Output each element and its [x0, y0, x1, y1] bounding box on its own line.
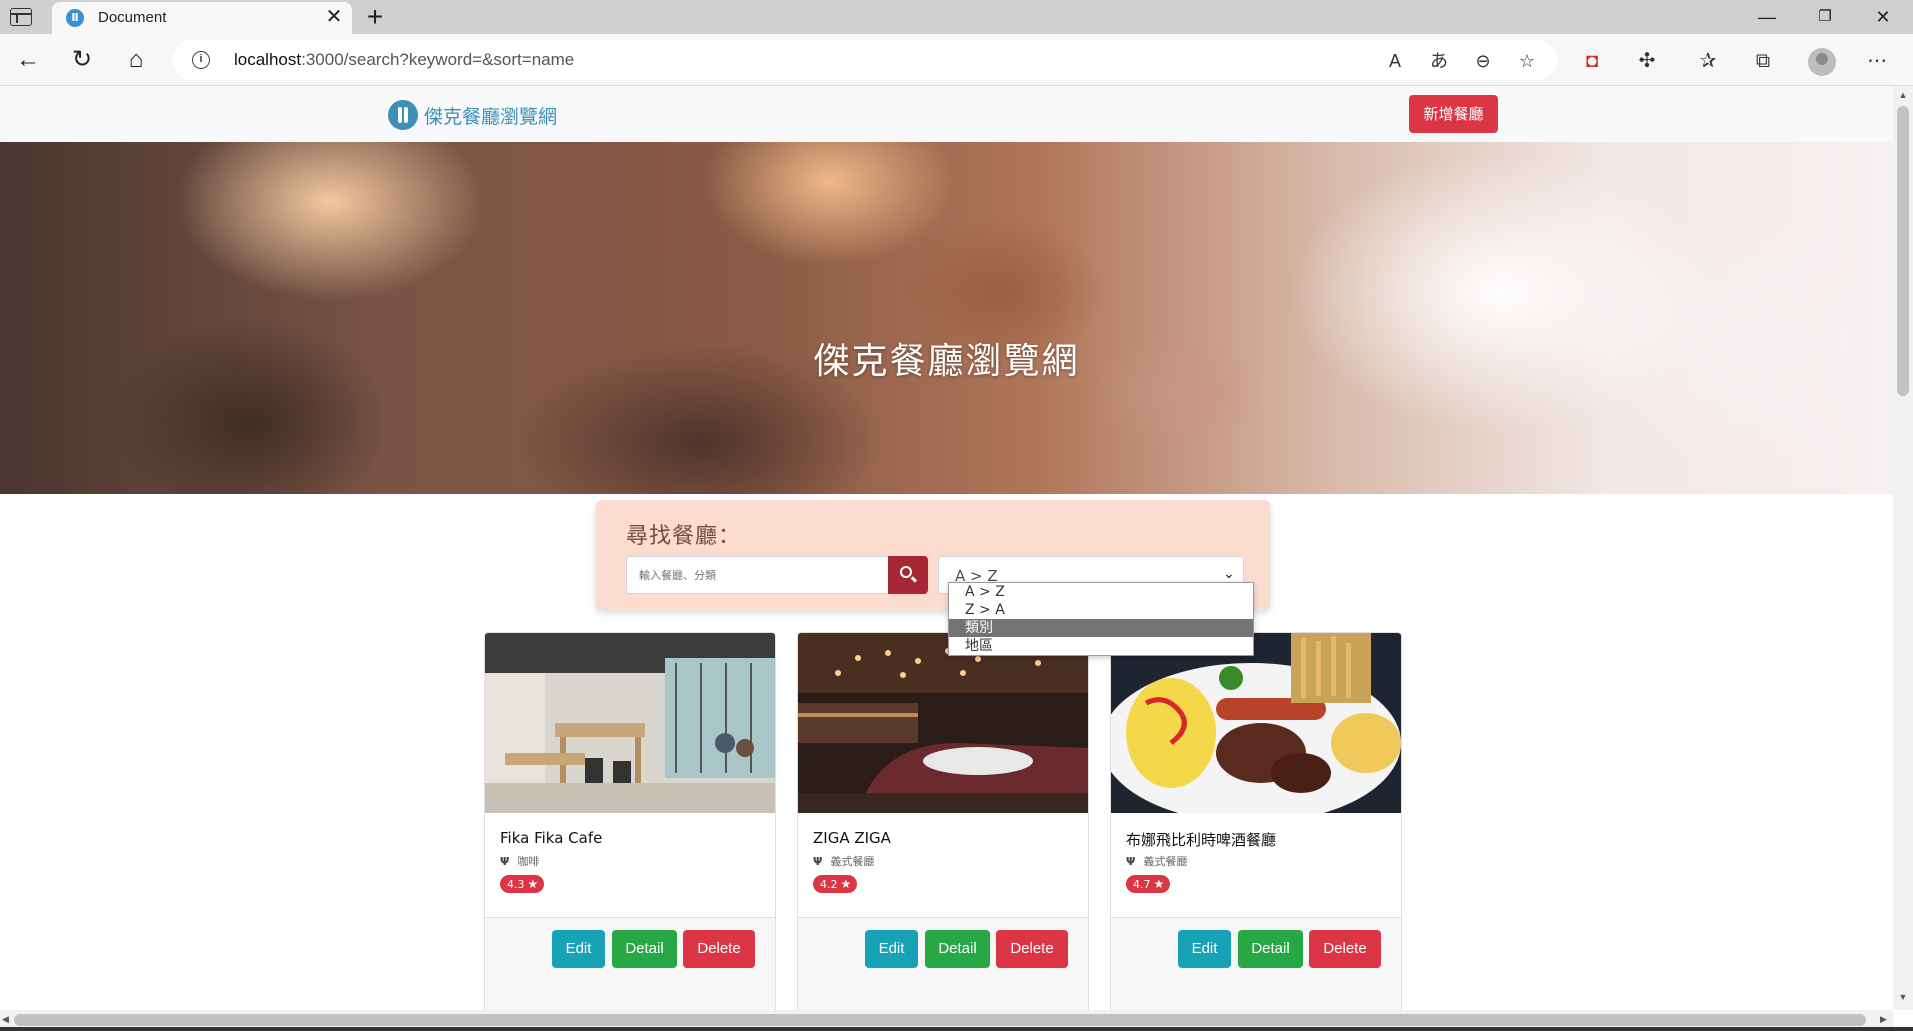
delete-button[interactable]: Delete	[683, 930, 755, 968]
utensils-icon: Ψ	[500, 855, 510, 868]
restaurant-card[interactable]: ZIGA ZIGA Ψ 義式餐廳 4.2 ★ Edit Detail Delete	[797, 632, 1089, 1010]
restaurant-category: Ψ 義式餐廳	[1126, 855, 1188, 868]
back-icon[interactable]: ←	[12, 44, 44, 76]
restaurant-name: ZIGA ZIGA	[813, 829, 891, 847]
brand-link[interactable]: 傑克餐廳瀏覽網	[388, 100, 557, 130]
restaurant-card[interactable]: Fika Fika Cafe Ψ 咖啡 4.3 ★ Edit Detail Dele…	[484, 632, 776, 1010]
scroll-down-arrow-icon[interactable]: ▼	[1898, 992, 1908, 1002]
edit-button[interactable]: Edit	[552, 930, 605, 968]
translate-icon[interactable]: あ	[1426, 48, 1452, 74]
new-tab-button[interactable]: +	[360, 2, 390, 32]
zoom-out-icon[interactable]: ⊖	[1470, 48, 1496, 74]
read-aloud-icon[interactable]: A	[1382, 48, 1408, 74]
sort-option-category[interactable]: 類別	[949, 619, 1253, 637]
restore-button[interactable]: ❐	[1796, 0, 1854, 34]
detail-button[interactable]: Detail	[612, 930, 677, 968]
minimize-button[interactable]: —	[1738, 0, 1796, 34]
utensils-logo-icon	[388, 100, 418, 130]
star-icon: ★	[527, 877, 539, 891]
vertical-scrollbar[interactable]: ▲ ▼	[1893, 86, 1913, 1010]
horizontal-scroll-thumb[interactable]	[14, 1014, 1866, 1026]
sort-option-location[interactable]: 地區	[949, 637, 1253, 655]
tab-actions-icon[interactable]	[10, 8, 32, 26]
more-menu-icon[interactable]: ⋯	[1862, 46, 1892, 76]
extensions-icon[interactable]: ✣	[1632, 46, 1662, 76]
browser-tab[interactable]: Ⅱ Document ✕	[52, 2, 352, 34]
vertical-scroll-thumb[interactable]	[1897, 106, 1909, 396]
sort-dropdown-list: A > Z Z > A 類別 地區	[948, 582, 1254, 656]
rating-badge: 4.3 ★	[500, 875, 545, 893]
restaurant-photo[interactable]	[798, 633, 1089, 813]
detail-button[interactable]: Detail	[1238, 930, 1303, 968]
star-icon: ★	[840, 877, 852, 891]
scroll-left-arrow-icon[interactable]: ◀	[2, 1014, 9, 1025]
delete-button[interactable]: Delete	[996, 930, 1068, 968]
edit-button[interactable]: Edit	[865, 930, 918, 968]
sort-option-za[interactable]: Z > A	[949, 601, 1253, 619]
banner-title: 傑克餐廳瀏覽網	[813, 341, 1080, 382]
profile-avatar[interactable]	[1808, 48, 1836, 76]
collections-icon[interactable]: ⧉	[1748, 46, 1778, 76]
add-favorite-icon[interactable]: ☆	[1514, 48, 1540, 74]
restaurant-photo[interactable]	[1111, 633, 1402, 813]
chevron-down-icon: ⌄	[1223, 565, 1235, 581]
detail-button[interactable]: Detail	[925, 930, 990, 968]
search-input[interactable]	[626, 556, 890, 594]
site-navbar: 傑克餐廳瀏覽網 新增餐廳	[0, 86, 1893, 142]
restaurant-category: Ψ 義式餐廳	[813, 855, 875, 868]
taskbar-edge	[0, 1027, 1913, 1031]
rating-badge: 4.7 ★	[1126, 875, 1171, 893]
page-viewport: 傑克餐廳瀏覽網 新增餐廳 傑克餐廳瀏覽網 尋找餐廳： A > Z ⌄ A > Z…	[0, 86, 1893, 1010]
browser-tab-bar: Ⅱ Document ✕ + — ❐ ✕	[0, 0, 1913, 34]
rating-badge: 4.2 ★	[813, 875, 858, 893]
star-icon: ★	[1153, 877, 1165, 891]
search-icon	[900, 566, 912, 578]
restaurant-name: 布娜飛比利時啤酒餐廳	[1126, 831, 1277, 849]
tab-close-icon[interactable]: ✕	[322, 6, 346, 30]
site-info-icon[interactable]: i	[192, 51, 210, 69]
favicon-icon: Ⅱ	[66, 9, 84, 27]
tab-title: Document	[98, 9, 167, 26]
favorites-icon[interactable]: ✰	[1693, 46, 1723, 76]
card-footer: Edit Detail Delete	[1111, 917, 1401, 1010]
address-toolbar: ← ↻ ⌂ i localhost:3000/search?keyword=&s…	[0, 34, 1913, 86]
sort-option-az[interactable]: A > Z	[949, 583, 1253, 601]
utensils-icon: Ψ	[813, 855, 823, 868]
card-footer: Edit Detail Delete	[485, 917, 775, 1010]
restaurant-card[interactable]: 布娜飛比利時啤酒餐廳 Ψ 義式餐廳 4.7 ★ Edit Detail Delete	[1110, 632, 1402, 1010]
refresh-icon[interactable]: ↻	[66, 44, 98, 76]
delete-button[interactable]: Delete	[1309, 930, 1381, 968]
extension-shield-icon[interactable]: ◘	[1577, 46, 1607, 76]
scroll-right-arrow-icon[interactable]: ▶	[1880, 1014, 1887, 1025]
search-label: 尋找餐廳：	[626, 524, 742, 549]
scroll-up-arrow-icon[interactable]: ▲	[1898, 90, 1908, 100]
url-text[interactable]: localhost:3000/search?keyword=&sort=name	[234, 50, 574, 70]
restaurant-category: Ψ 咖啡	[500, 855, 540, 868]
edit-button[interactable]: Edit	[1178, 930, 1231, 968]
add-restaurant-button[interactable]: 新增餐廳	[1409, 95, 1498, 133]
card-footer: Edit Detail Delete	[798, 917, 1088, 1010]
utensils-icon: Ψ	[1126, 855, 1136, 868]
search-button[interactable]	[888, 556, 928, 594]
hero-banner: 傑克餐廳瀏覽網	[0, 142, 1893, 494]
address-bar[interactable]: i localhost:3000/search?keyword=&sort=na…	[172, 40, 1557, 80]
close-window-button[interactable]: ✕	[1854, 0, 1912, 34]
restaurant-photo[interactable]	[485, 633, 776, 813]
home-icon[interactable]: ⌂	[120, 44, 152, 76]
brand-title: 傑克餐廳瀏覽網	[424, 105, 558, 128]
restaurant-name: Fika Fika Cafe	[500, 829, 603, 847]
